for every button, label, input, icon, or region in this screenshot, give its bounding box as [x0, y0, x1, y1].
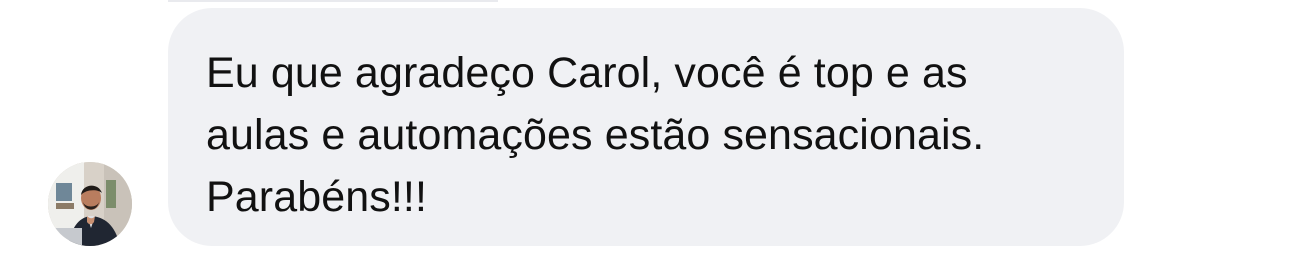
message-bubble[interactable]: Eu que agradeço Carol, você é top e as a…: [168, 8, 1124, 246]
sender-avatar[interactable]: [48, 162, 132, 246]
person-avatar-icon: [48, 162, 132, 246]
message-text: Eu que agradeço Carol, você é top e as a…: [206, 49, 985, 221]
chat-message-row: Eu que agradeço Carol, você é top e as a…: [0, 0, 1290, 260]
previous-bubble-edge: [168, 0, 498, 2]
